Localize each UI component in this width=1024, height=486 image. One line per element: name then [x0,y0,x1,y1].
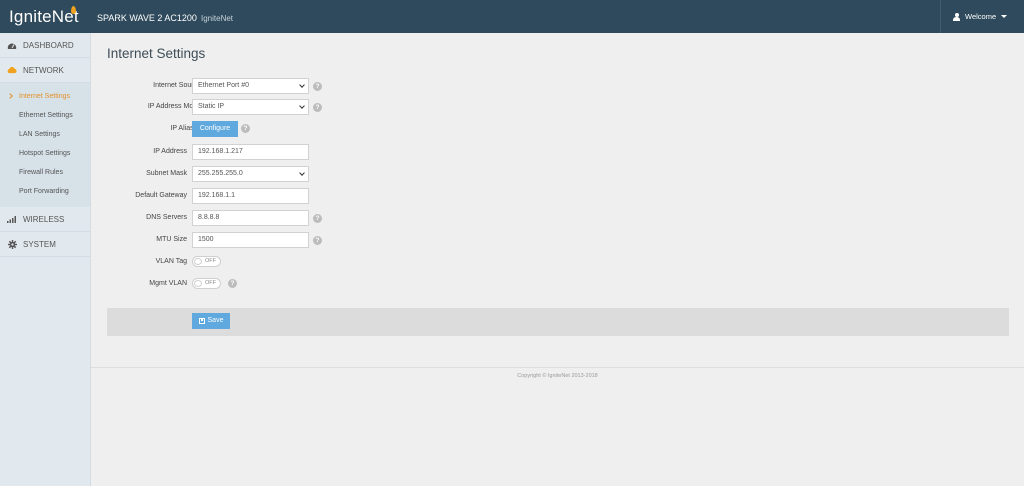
network-submenu: Internet Settings Ethernet Settings LAN … [0,83,90,207]
submenu-label: Internet Settings [19,93,70,100]
welcome-menu[interactable]: Welcome [940,0,1024,33]
sidebar-item-firewall-rules[interactable]: Firewall Rules [0,163,90,182]
sidebar-item-label: WIRELESS [23,214,65,224]
submenu-label: Port Forwarding [19,188,69,195]
sidebar-item-label: NETWORK [23,65,64,75]
sidebar-item-wireless[interactable]: WIRELESS [0,207,90,232]
footer-divider [91,367,1024,368]
welcome-label: Welcome [965,12,997,21]
page-title: Internet Settings [107,46,206,61]
row-ip-aliases: IP Aliases Configure ? [91,121,491,137]
chevron-right-icon [7,93,13,99]
mtu-label: MTU Size [156,236,187,243]
copyright: Copyright © IgniteNet 2013-2018 [517,373,598,379]
device-owner: IgniteNet [201,14,234,23]
submenu-label: Firewall Rules [19,169,63,176]
dns-label: DNS Servers [146,214,187,221]
ip-mode-select[interactable]: Static IP [192,99,309,115]
gear-icon [7,239,17,249]
help-icon[interactable]: ? [228,279,237,288]
toggle-knob [194,280,202,287]
sidebar-item-hotspot-settings[interactable]: Hotspot Settings [0,144,90,163]
row-mtu: MTU Size 1500 ? [91,232,491,248]
mgmt-vlan-label: Mgmt VLAN [149,280,187,287]
gateway-field[interactable]: 192.168.1.1 [192,188,309,204]
submenu-label: Hotspot Settings [19,150,71,157]
toggle-knob [194,258,202,265]
row-vlan-tag: VLAN Tag OFF [91,256,491,272]
floppy-disk-icon [198,318,205,324]
sidebar-item-system[interactable]: SYSTEM [0,232,90,257]
save-button[interactable]: Save [192,313,230,329]
flame-icon [71,6,76,14]
signal-bars-icon [7,214,17,224]
sidebar-item-internet-settings[interactable]: Internet Settings [0,87,90,106]
cloud-icon [7,65,17,75]
row-default-gateway: Default Gateway 192.168.1.1 [91,188,491,204]
top-bar: IgniteNet SPARK WAVE 2 AC1200 IgniteNet … [0,0,1024,33]
help-icon[interactable]: ? [313,214,322,223]
submenu-label: LAN Settings [19,131,60,138]
save-label: Save [207,317,224,324]
configure-button[interactable]: Configure [192,121,238,137]
sidebar-item-port-forwarding[interactable]: Port Forwarding [0,182,90,201]
sidebar-item-ethernet-settings[interactable]: Ethernet Settings [0,106,90,125]
row-ip-mode: IP Address Mode Static IP ? [91,99,491,115]
logo-text: IgniteNet [9,6,79,26]
mgmt-vlan-toggle[interactable]: OFF [192,278,221,289]
device-name: SPARK WAVE 2 AC1200 [97,13,197,23]
row-dns-servers: DNS Servers 8.8.8.8 ? [91,210,491,226]
mtu-field[interactable]: 1500 [192,232,309,248]
ip-aliases-label: IP Aliases [170,125,201,132]
internet-source-select[interactable]: Ethernet Port #0 [192,78,309,94]
toggle-state: OFF [205,258,216,264]
dashboard-icon [7,40,17,50]
submenu-label: Ethernet Settings [19,112,73,119]
help-icon[interactable]: ? [313,236,322,245]
sidebar-item-network[interactable]: NETWORK [0,58,90,83]
dns-field[interactable]: 8.8.8.8 [192,210,309,226]
caret-down-icon [1001,15,1008,18]
help-icon[interactable]: ? [313,82,322,91]
internet-source-label: Internet Source [153,82,201,89]
subnet-mask-select[interactable]: 255.255.255.0 [192,166,309,182]
subnet-mask-label: Subnet Mask [146,170,187,177]
vlan-tag-label: VLAN Tag [155,258,187,265]
logo[interactable]: IgniteNet [0,0,90,33]
help-icon[interactable]: ? [241,124,250,133]
toggle-state: OFF [205,280,216,286]
sidebar-item-dashboard[interactable]: DASHBOARD [0,33,90,58]
sidebar: DASHBOARD NETWORK Internet Settings Ethe… [0,33,91,486]
gateway-label: Default Gateway [135,192,187,199]
row-mgmt-vlan: Mgmt VLAN OFF ? [91,278,491,294]
ip-address-field[interactable]: 192.168.1.217 [192,144,309,160]
sidebar-item-lan-settings[interactable]: LAN Settings [0,125,90,144]
ip-mode-label: IP Address Mode [147,103,201,110]
row-ip-address: IP Address 192.168.1.217 [91,144,491,160]
help-icon[interactable]: ? [313,103,322,112]
sidebar-item-label: SYSTEM [23,239,56,249]
vlan-tag-toggle[interactable]: OFF [192,256,221,267]
ip-address-label: IP Address [153,148,187,155]
user-icon [953,12,960,21]
row-internet-source: Internet Source Ethernet Port #0 ? [91,78,491,94]
sidebar-item-label: DASHBOARD [23,40,74,50]
main-content: Internet Settings Internet Source Ethern… [91,33,1024,486]
save-bar: Save [107,308,1009,336]
row-subnet-mask: Subnet Mask 255.255.255.0 [91,166,491,182]
